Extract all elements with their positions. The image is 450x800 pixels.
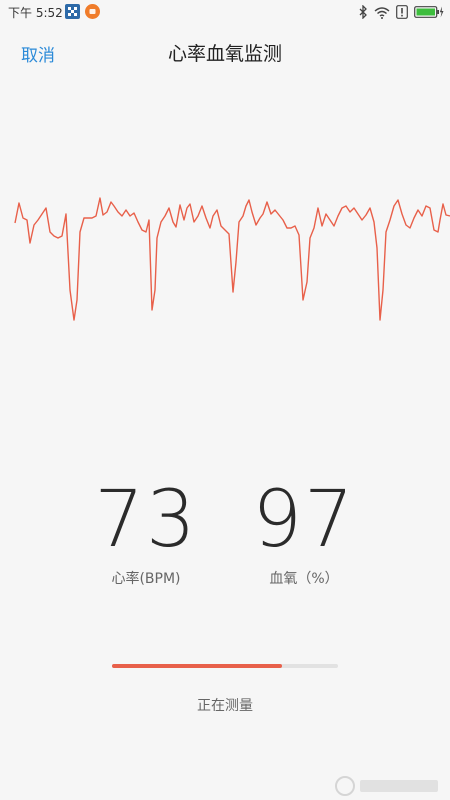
status-right-icons bbox=[358, 3, 444, 21]
notification-app-icon bbox=[85, 4, 100, 19]
spo2-metric: 97 血氧（%） bbox=[234, 478, 374, 588]
measurement-progress-fill bbox=[112, 664, 282, 668]
notification-grid-icon bbox=[65, 4, 80, 19]
page-title: 心率血氧监测 bbox=[167, 43, 282, 65]
spo2-label: 血氧（%） bbox=[269, 571, 339, 587]
heart-rate-label: 心率(BPM) bbox=[111, 571, 181, 587]
status-bar: 下午 5:52 bbox=[0, 0, 450, 24]
wifi-icon bbox=[374, 6, 390, 19]
status-time: 下午 5:52 bbox=[8, 6, 63, 20]
pulse-waveform-line bbox=[14, 197, 450, 321]
measurement-status-label: 正在测量 bbox=[197, 698, 253, 714]
measurement-progress-bar bbox=[112, 664, 338, 668]
pulse-waveform bbox=[14, 197, 450, 321]
heart-rate-metric: 73 心率(BPM) bbox=[76, 478, 216, 588]
battery-icon bbox=[414, 6, 444, 18]
bluetooth-icon bbox=[359, 5, 367, 19]
alert-icon bbox=[396, 5, 408, 19]
heart-rate-value: 73 bbox=[94, 475, 198, 565]
spo2-value: 97 bbox=[252, 475, 356, 565]
watermark-logo-icon bbox=[335, 776, 438, 796]
nav-header: 取消 心率血氧监测 bbox=[0, 24, 450, 80]
